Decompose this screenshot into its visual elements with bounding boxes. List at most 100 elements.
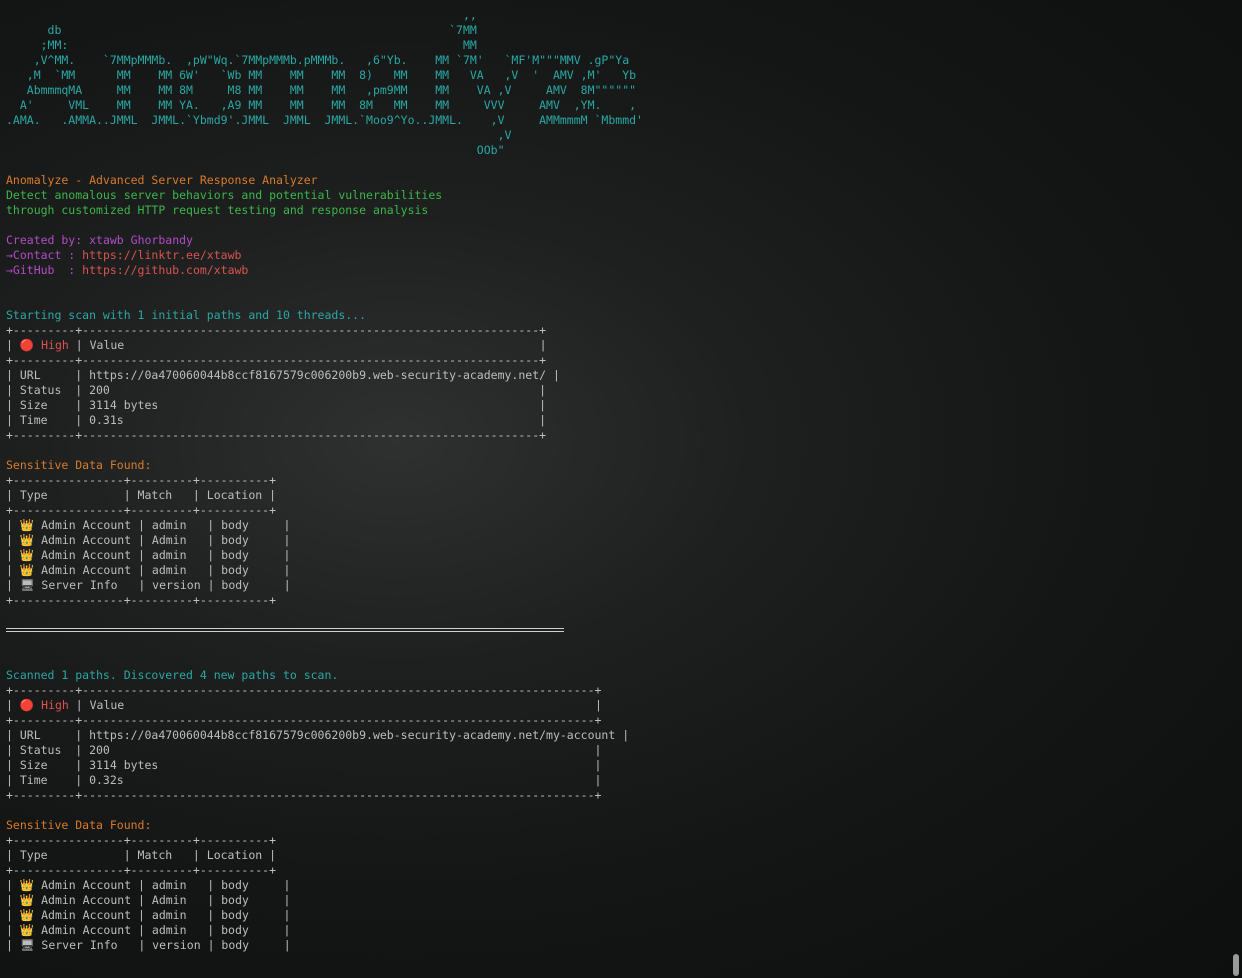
banner-line: AbmmmqMA MM MM 8M M8 MM MM MM ,pm9MM MM …: [6, 83, 637, 97]
table-row: | 👑 Admin Account | admin | body |: [6, 563, 291, 577]
banner-line: OOb": [6, 143, 505, 157]
github-link[interactable]: https://github.com/xtawb: [82, 263, 248, 277]
contact-label: →Contact :: [6, 248, 83, 262]
table-row: | URL | https://0a470060044b8ccf8167579c…: [6, 728, 630, 742]
double-divider: [6, 623, 1228, 638]
table-border: +---------+-----------------------------…: [6, 713, 602, 727]
table-border: +---------+-----------------------------…: [6, 788, 602, 802]
banner-line: db `7MM: [6, 23, 477, 37]
sensitive-data-title: Sensitive Data Found:: [6, 818, 152, 832]
cell-match-location: | admin | body |: [131, 518, 291, 532]
app-title: Anomalyze - Advanced Server Response Ana…: [6, 173, 318, 187]
author-label: Created by:: [6, 233, 83, 247]
sensitive-table-body: | 👑 Admin Account | admin | body | | 👑 Ad…: [6, 518, 1228, 593]
crown-icon: 👑: [19, 923, 35, 937]
severity-label: High: [41, 338, 69, 352]
table-border: +---------+-----------------------------…: [6, 353, 547, 367]
cell-match-location: | admin | body |: [131, 908, 291, 922]
cell-type: Admin Account: [34, 908, 132, 922]
crown-icon: 👑: [19, 878, 35, 892]
sensitive-table-body: | 👑 Admin Account | admin | body | | 👑 Ad…: [6, 878, 1228, 953]
scrollbar-thumb[interactable]: [1233, 954, 1239, 976]
crown-icon: 👑: [19, 893, 35, 907]
cell-match-location: | Admin | body |: [131, 533, 291, 547]
banner-line: ,,: [6, 8, 477, 22]
table-row: | 👑 Admin Account | admin | body |: [6, 518, 291, 532]
contact-link[interactable]: https://linktr.ee/xtawb: [82, 248, 241, 262]
banner-line: A' VML MM MM YA. ,A9 MM MM MM 8M MM MM V…: [6, 98, 637, 112]
crown-icon: 👑: [19, 563, 35, 577]
banner-line: .AMA. .AMMA..JMML JMML.`Ybmd9'.JMML JMML…: [6, 113, 643, 127]
table-border: +----------------+---------+----------+: [6, 503, 277, 517]
table-border: +----------------+---------+----------+: [6, 863, 277, 877]
table-row: | 👑 Admin Account | admin | body |: [6, 548, 291, 562]
scan-block: Scanned 1 paths. Discovered 4 new paths …: [6, 668, 1228, 953]
github-label: →GitHub :: [6, 263, 83, 277]
red-circle-icon: 🔴: [19, 698, 35, 712]
ascii-banner: ,, db `7MM ;MM: MM ,V^MM. `7MMpMMMb. ,pW…: [6, 8, 1228, 158]
computer-icon: 🖥: [19, 938, 35, 952]
table-row: | Size | 3114 bytes |: [6, 758, 602, 772]
table-border: +---------+-----------------------------…: [6, 428, 547, 442]
contact-line: →Contact : https://linktr.ee/xtawb: [6, 248, 1228, 263]
table-border: +----------------+---------+----------+: [6, 473, 277, 487]
cell-type: Admin Account: [34, 533, 132, 547]
cell-match-location: | version | body |: [131, 938, 291, 952]
banner-line: ,V: [6, 128, 512, 142]
crown-icon: 👑: [19, 908, 35, 922]
scan-status-message: Scanned 1 paths. Discovered 4 new paths …: [6, 668, 339, 682]
github-line: →GitHub : https://github.com/xtawb: [6, 263, 1228, 278]
cell-match-location: | Admin | body |: [131, 893, 291, 907]
table-row: | 👑 Admin Account | Admin | body |: [6, 533, 291, 547]
cell-type: Server Info: [34, 578, 132, 592]
table-border: +---------+-----------------------------…: [6, 323, 547, 337]
result-table-header: | 🔴 High | Value |: [6, 698, 602, 712]
scan-block: Starting scan with 1 initial paths and 1…: [6, 308, 1228, 668]
table-row: | 👑 Admin Account | admin | body |: [6, 878, 291, 892]
table-border: +---------+-----------------------------…: [6, 683, 602, 697]
cell-type: Admin Account: [34, 563, 132, 577]
cell-type: Admin Account: [34, 893, 132, 907]
severity-label: High: [41, 698, 69, 712]
sensitive-table-header: | Type | Match | Location |: [6, 848, 277, 862]
app-description-line: through customized HTTP request testing …: [6, 203, 429, 217]
crown-icon: 👑: [19, 548, 35, 562]
cell-type: Admin Account: [34, 518, 132, 532]
table-row: | Size | 3114 bytes |: [6, 398, 547, 412]
cell-type: Admin Account: [34, 923, 132, 937]
table-row: | Time | 0.31s |: [6, 413, 547, 427]
table-row: | 🖥 Server Info | version | body |: [6, 938, 291, 952]
cell-match-location: | admin | body |: [131, 878, 291, 892]
banner-line: ,M `MM MM MM 6W' `Wb MM MM MM 8) MM MM V…: [6, 68, 637, 82]
table-row: | Status | 200 |: [6, 383, 547, 397]
table-row: | URL | https://0a470060044b8ccf8167579c…: [6, 368, 560, 382]
computer-icon: 🖥: [19, 578, 35, 592]
table-row: | 👑 Admin Account | Admin | body |: [6, 893, 291, 907]
cell-type: Server Info: [34, 938, 132, 952]
terminal-output: ,, db `7MM ;MM: MM ,V^MM. `7MMpMMMb. ,pW…: [6, 8, 1228, 978]
banner-line: ,V^MM. `7MMpMMMb. ,pW"Wq.`7MMpMMMb.pMMMb…: [6, 53, 630, 67]
table-border: +----------------+---------+----------+: [6, 833, 277, 847]
result-table-header: | 🔴 High | Value |: [6, 338, 547, 352]
cell-type: Admin Account: [34, 878, 132, 892]
cell-match-location: | admin | body |: [131, 923, 291, 937]
author-line: Created by: xtawb Ghorbandy: [6, 233, 1228, 248]
table-row: | 🖥 Server Info | version | body |: [6, 578, 291, 592]
cell-match-location: | version | body |: [131, 578, 291, 592]
sensitive-data-title: Sensitive Data Found:: [6, 458, 152, 472]
cell-match-location: | admin | body |: [131, 548, 291, 562]
author-name: xtawb Ghorbandy: [89, 233, 193, 247]
table-row: | Status | 200 |: [6, 743, 602, 757]
crown-icon: 👑: [19, 518, 35, 532]
table-row: | Time | 0.32s |: [6, 773, 602, 787]
table-row: | 👑 Admin Account | admin | body |: [6, 923, 291, 937]
table-border: +----------------+---------+----------+: [6, 593, 277, 607]
sensitive-table-header: | Type | Match | Location |: [6, 488, 277, 502]
red-circle-icon: 🔴: [19, 338, 35, 352]
scan-status-message: Starting scan with 1 initial paths and 1…: [6, 308, 367, 322]
cell-type: Admin Account: [34, 548, 132, 562]
banner-line: ;MM: MM: [6, 38, 477, 52]
crown-icon: 👑: [19, 533, 35, 547]
app-description-line: Detect anomalous server behaviors and po…: [6, 188, 443, 202]
cell-match-location: | admin | body |: [131, 563, 291, 577]
